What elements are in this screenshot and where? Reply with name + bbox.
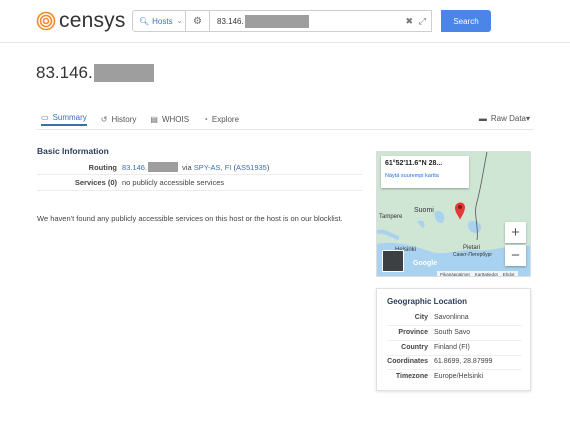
geo-row-coordinates: Coordinates 61.8699, 28.87999 bbox=[377, 358, 492, 365]
row-divider bbox=[387, 325, 522, 326]
host-tabs: ▭ Summary ↺ History ▤ WHOIS ◔ Explore bbox=[41, 112, 253, 128]
binoculars-icon: ◔ bbox=[203, 114, 208, 124]
geographic-location-card: Geographic Location City Savonlinna Prov… bbox=[376, 288, 531, 391]
routing-value: 83.146. via SPY-AS, FI (AS51935) bbox=[122, 162, 269, 172]
redacted-block bbox=[93, 64, 154, 82]
map-label-tampere: Tampere bbox=[379, 214, 403, 220]
services-value: no publicly accessible services bbox=[122, 178, 225, 187]
geo-key: Province bbox=[398, 329, 428, 336]
row-divider bbox=[387, 369, 522, 370]
tab-whois[interactable]: ▤ WHOIS bbox=[150, 112, 189, 126]
geographic-location-heading: Geographic Location bbox=[387, 297, 468, 306]
row-divider bbox=[37, 190, 362, 191]
location-map[interactable]: 61°52'11.6"N 28... Näytä suurempi kartta… bbox=[376, 151, 531, 277]
asn-link[interactable]: AS51935 bbox=[236, 163, 267, 172]
redacted-block bbox=[148, 162, 179, 172]
map-label-suomi: Suomi bbox=[414, 207, 434, 214]
tab-label: History bbox=[111, 114, 137, 124]
routing-ip-link[interactable]: 83.146. bbox=[122, 163, 147, 172]
geo-key: Timezone bbox=[395, 373, 428, 380]
search-type-dropdown[interactable]: 🔍︎ Hosts ⌄ bbox=[132, 10, 186, 32]
view-larger-map-link[interactable]: Näytä suurempi kartta bbox=[385, 173, 465, 179]
row-divider bbox=[387, 340, 522, 341]
row-divider bbox=[387, 355, 522, 356]
logo-text: censys bbox=[59, 9, 126, 32]
no-services-notice: We haven't found any publicly accessible… bbox=[37, 214, 343, 223]
map-footer-shortcuts[interactable]: Pikanäppäimet bbox=[440, 272, 470, 276]
gear-icon: ⚙ bbox=[193, 15, 202, 27]
routing-row: Routing 83.146. via SPY-AS, FI (AS51935) bbox=[37, 162, 269, 172]
raw-data-label: Raw Data bbox=[490, 114, 526, 123]
search-settings-button[interactable]: ⚙ bbox=[186, 10, 210, 32]
map-footer-mapdata[interactable]: Karttatiedot bbox=[475, 272, 498, 276]
geo-value: 61.8699, 28.87999 bbox=[434, 358, 493, 365]
chevron-down-icon: ⌄ bbox=[176, 18, 183, 25]
geo-value: Finland (FI) bbox=[434, 344, 470, 351]
geo-value: Europe/Helsinki bbox=[434, 373, 484, 380]
tab-explore[interactable]: ◔ Explore bbox=[203, 112, 239, 126]
folder-icon: ▬ bbox=[478, 114, 487, 123]
services-label: Services (0) bbox=[74, 178, 117, 187]
search-bar: 🔍︎ Hosts ⌄ ⚙ 83.146. ✖ ⤢ Search bbox=[132, 10, 491, 32]
map-info-card: 61°52'11.6"N 28... Näytä suurempi kartta bbox=[381, 156, 469, 188]
zoom-out-button[interactable]: − bbox=[505, 245, 526, 266]
tab-label: Explore bbox=[211, 114, 240, 124]
zoom-in-button[interactable]: + bbox=[505, 222, 526, 243]
monitor-icon: ▭ bbox=[41, 112, 49, 122]
host-ip-text: 83.146. bbox=[36, 63, 93, 82]
search-input[interactable]: 83.146. ✖ ⤢ bbox=[210, 10, 432, 32]
geo-key: Coordinates bbox=[387, 358, 428, 365]
tab-divider bbox=[36, 129, 533, 130]
asn-name-link[interactable]: SPY-AS, FI bbox=[194, 163, 232, 172]
map-footer-terms[interactable]: Ehdot bbox=[503, 272, 515, 276]
redacted-block bbox=[244, 14, 309, 28]
tab-label: Summary bbox=[52, 112, 87, 122]
asn-close-paren: ) bbox=[266, 162, 270, 172]
row-divider bbox=[37, 174, 362, 175]
basic-information-heading: Basic Information bbox=[37, 146, 109, 156]
search-button[interactable]: Search bbox=[441, 10, 491, 32]
history-icon: ↺ bbox=[100, 114, 108, 124]
map-coordinates: 61°52'11.6"N 28... bbox=[385, 160, 443, 167]
geo-row-city: City Savonlinna bbox=[377, 314, 469, 321]
censys-logo-icon bbox=[36, 11, 56, 31]
geo-row-timezone: Timezone Europe/Helsinki bbox=[377, 373, 483, 380]
page-title: 83.146. bbox=[36, 63, 154, 83]
geo-key: Country bbox=[401, 344, 428, 351]
geo-key: City bbox=[414, 314, 428, 321]
map-footer: Pikanäppäimet Karttatiedot Ehdot bbox=[437, 271, 518, 276]
geo-row-country: Country Finland (FI) bbox=[377, 344, 470, 351]
tab-summary[interactable]: ▭ Summary bbox=[41, 112, 87, 126]
search-type-label: Hosts bbox=[152, 16, 173, 26]
top-navigation-bar: censys 🔍︎ Hosts ⌄ ⚙ 83.146. ✖ ⤢ Search bbox=[0, 0, 570, 43]
geo-value: South Savo bbox=[434, 329, 471, 336]
geo-row-province: Province South Savo bbox=[377, 329, 470, 336]
street-view-button[interactable] bbox=[382, 250, 404, 272]
routing-via-text: via bbox=[182, 162, 192, 172]
geo-value: Savonlinna bbox=[434, 314, 469, 321]
search-icon: 🔍︎ bbox=[139, 16, 150, 26]
whois-icon: ▤ bbox=[150, 114, 158, 124]
google-logo: Google bbox=[413, 260, 438, 267]
routing-label: Routing bbox=[88, 162, 117, 172]
tab-label: WHOIS bbox=[161, 114, 190, 124]
map-label-saint-petersburg: Санкт-Петербург bbox=[453, 252, 493, 258]
clear-icon[interactable]: ✖ bbox=[405, 16, 413, 27]
services-row: Services (0) no publicly accessible serv… bbox=[37, 178, 224, 187]
search-query-text: 83.146. bbox=[217, 16, 244, 26]
caret-down-icon: ▾ bbox=[525, 114, 530, 123]
map-label-pietari: Pietari bbox=[463, 245, 481, 251]
tab-history[interactable]: ↺ History bbox=[101, 112, 137, 126]
censys-logo[interactable]: censys bbox=[36, 9, 126, 32]
raw-data-dropdown[interactable]: ▬ Raw Data ▾ bbox=[479, 114, 530, 123]
expand-icon[interactable]: ⤢ bbox=[419, 16, 426, 27]
